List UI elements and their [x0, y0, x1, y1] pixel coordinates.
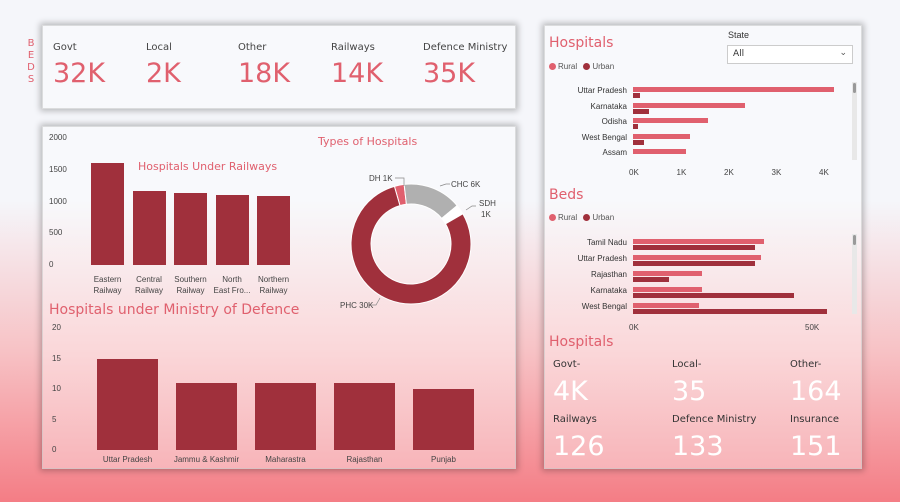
- stat-govt-value: 4K: [553, 376, 588, 407]
- beds-chart-title: Beds: [549, 187, 584, 203]
- hospitals_chart-category-label: Karnataka: [590, 101, 627, 111]
- state-filter-dropdown[interactable]: All ⌄: [727, 45, 853, 64]
- defence-bar: [334, 382, 395, 450]
- beds_chart-bar-urban: [633, 261, 755, 266]
- state-filter-value: All: [733, 49, 745, 59]
- beds_chart-bar-urban: [633, 245, 755, 250]
- hospitals_chart-bar-urban: [633, 124, 638, 129]
- defence-bar: [413, 389, 474, 450]
- hospitals_chart-xtick: 4K: [819, 168, 829, 177]
- defence-category-label: Uttar Pradesh: [102, 455, 153, 464]
- urban-legend-dot: [583, 214, 591, 222]
- defence-ytick: 10: [52, 384, 61, 393]
- beds_chart-bar-urban: [633, 277, 670, 282]
- beds_chart-bar-rural: [633, 255, 762, 260]
- defence-bar: [97, 358, 158, 450]
- stat-local-label: Local-: [672, 359, 702, 370]
- rural-legend-label: Rural: [558, 62, 578, 71]
- beds_chart-category-label: Tamil Nadu: [586, 238, 627, 247]
- hospitals-chart-title: Hospitals: [549, 35, 614, 51]
- defence-chart-title: Hospitals under Ministry of Defence: [49, 302, 300, 318]
- hospitals_chart-bar-urban: [633, 108, 649, 114]
- state-filter-label: State: [728, 30, 750, 40]
- beds_chart-bar-rural: [633, 239, 765, 244]
- stat-railways-label: Railways: [553, 414, 597, 425]
- stat-defence-label: Defence Ministry: [672, 414, 757, 425]
- hospitals_chart-bar-rural: [633, 133, 691, 139]
- hospitals-chart-scrollbar[interactable]: [853, 83, 856, 93]
- hospitals_chart-xtick: 3K: [771, 168, 782, 177]
- stat-govt-label: Govt-: [553, 359, 581, 370]
- hospitals_chart-category-label: Uttar Pradesh: [577, 86, 627, 95]
- stat-defence-value: 133: [672, 431, 724, 462]
- defence-ytick: 5: [52, 414, 57, 424]
- beds_chart-bar-rural: [633, 287, 702, 292]
- beds-legend: Rural Urban: [549, 213, 614, 222]
- stat-insurance-value: 151: [790, 431, 842, 462]
- defence-category-label: Maharastra: [265, 455, 306, 464]
- defence-category-label: Rajasthan: [346, 455, 383, 464]
- hospital-stats-title: Hospitals: [549, 334, 614, 350]
- rural-legend-label: Rural: [558, 213, 578, 222]
- rural-legend-dot: [549, 214, 556, 222]
- beds_chart-category-label: Uttar Pradesh: [577, 254, 627, 263]
- stat-other-label: Other-: [790, 359, 822, 370]
- chevron-down-icon: ⌄: [839, 48, 847, 58]
- beds_chart-bar-urban: [633, 309, 827, 314]
- hospitals_chart-bar-rural: [633, 102, 745, 108]
- rural-legend-dot: [549, 63, 556, 71]
- beds_chart-bar-rural: [633, 303, 699, 308]
- beds_chart-bar-rural: [633, 271, 702, 276]
- urban-legend-label: Urban: [592, 62, 615, 71]
- defence-bar: [255, 382, 316, 450]
- hospitals-legend: Rural Urban: [549, 62, 614, 71]
- hospitals_chart-bar-urban: [633, 93, 640, 98]
- hospitals_chart-category-label: Assam: [602, 148, 627, 157]
- urban-legend-label: Urban: [592, 213, 615, 222]
- hospitals_chart-category-label: Odisha: [601, 117, 627, 126]
- beds_chart-bar-urban: [633, 293, 794, 298]
- defence-ytick: 0: [52, 445, 57, 454]
- defence-ytick: 20: [52, 323, 61, 332]
- defence-category-label: Punjab: [431, 455, 456, 464]
- beds_chart-xtick: 0K: [629, 323, 639, 332]
- defence-bar: [176, 382, 237, 450]
- beds_chart-category-label: Karnataka: [590, 286, 627, 295]
- defence-category-label: Jammu & Kashmir: [173, 455, 240, 464]
- hospitals_chart-xtick: 2K: [724, 168, 734, 177]
- stat-local-value: 35: [672, 376, 707, 407]
- hospitals-chart-scrolltrack[interactable]: [852, 82, 857, 160]
- beds_chart-category-label: Rajasthan: [590, 270, 627, 279]
- stat-insurance-label: Insurance: [790, 414, 840, 425]
- hospitals_chart-xtick: 0K: [629, 168, 639, 177]
- hospitals_chart-bar-rural: [633, 149, 686, 154]
- hospitals_chart-category-label: West Bengal: [581, 132, 627, 142]
- stat-railways-value: 126: [553, 431, 605, 462]
- hospitals_chart-bar-rural: [633, 118, 709, 123]
- hospitals_chart-bar-urban: [633, 139, 645, 145]
- hospitals_chart-xtick: 1K: [676, 168, 687, 177]
- urban-legend-dot: [583, 63, 591, 71]
- defence-ytick: 15: [52, 353, 61, 363]
- hospitals_chart-bar-rural: [633, 87, 834, 92]
- beds-chart-scrollbar[interactable]: [853, 235, 856, 245]
- beds_chart-xtick: 50K: [805, 323, 820, 332]
- beds-chart-scrolltrack[interactable]: [852, 234, 857, 314]
- stat-other-value: 164: [790, 376, 842, 407]
- beds_chart-category-label: West Bengal: [581, 302, 627, 311]
